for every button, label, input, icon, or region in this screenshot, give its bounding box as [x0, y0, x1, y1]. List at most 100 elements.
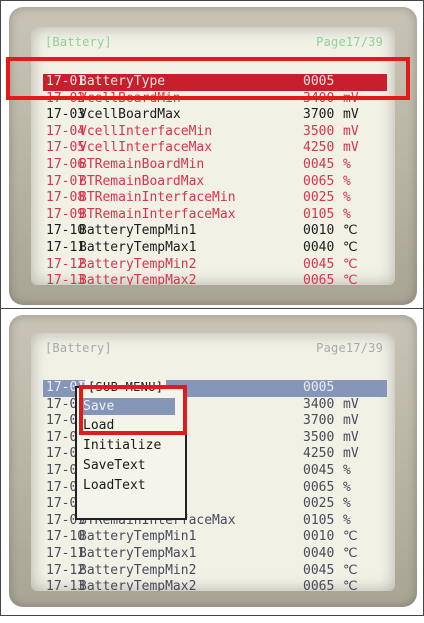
parameter-unit: mV: [343, 123, 359, 139]
parameter-name: BatteryTempMax2: [79, 273, 197, 285]
parameter-value: 0065: [303, 173, 335, 189]
parameter-code: 17-0: [46, 462, 78, 478]
parameter-name: BatteryTempMax1: [79, 545, 197, 561]
parameter-unit: %: [343, 512, 351, 528]
parameter-row[interactable]: 17-10 BatteryTempMin1 0010 ℃: [43, 223, 387, 240]
parameter-row[interactable]: 17-10 BatteryTempMin1 0010 ℃: [43, 529, 387, 546]
parameter-unit: mV: [343, 446, 359, 462]
parameter-row[interactable]: 17-03 VcellBoardMax 3700 mV: [43, 107, 387, 124]
parameter-unit: mV: [343, 413, 359, 429]
parameter-value: 0065: [303, 579, 335, 591]
parameter-unit: ℃: [343, 239, 358, 255]
parameter-value: 0065: [303, 273, 335, 285]
menu-item-loadtext[interactable]: LoadText: [83, 477, 146, 494]
parameter-value: 0105: [303, 206, 335, 222]
parameter-unit: ℃: [343, 529, 358, 545]
screen-title: [Battery]: [45, 35, 112, 49]
device-bezel: [Battery] Page17/39 17-01BatteryType0005…: [9, 7, 417, 305]
parameter-code: 17-0: [46, 396, 78, 412]
parameter-value: 0040: [303, 239, 335, 255]
parameter-value: 0025: [303, 190, 335, 206]
parameter-value: 0010: [303, 529, 335, 545]
parameter-value: 0105: [303, 512, 335, 528]
parameter-code: 17-0: [46, 413, 78, 429]
parameter-row[interactable]: 17-06 BTRemainBoardMin 0045%: [43, 157, 387, 174]
parameter-name: BatteryTempMin1: [79, 529, 197, 545]
screen-header: [Battery] Page17/39: [45, 35, 383, 53]
parameter-value: 0045: [303, 462, 335, 478]
lcd-screen: [Battery] Page17/39 17-01BatteryType0005…: [31, 333, 395, 591]
parameter-value: 0005: [303, 380, 335, 395]
page-indicator: Page17/39: [316, 341, 383, 355]
parameter-row[interactable]: 17-13 BatteryTempMax2 0065 ℃: [43, 273, 387, 285]
parameter-row[interactable]: 17-11 BatteryTempMax1 0040 ℃: [43, 240, 387, 257]
parameter-list: 17-01 BatteryType 0005 17-02 VcellBoardMin 34…: [43, 74, 387, 285]
parameter-value: 0040: [303, 545, 335, 561]
menu-item-savetext[interactable]: SaveText: [83, 457, 146, 474]
parameter-name: BatteryTempMax1: [79, 239, 197, 255]
parameter-value: 3500: [303, 123, 335, 139]
parameter-row[interactable]: 17-11 BatteryTempMax1 0040 ℃: [43, 546, 387, 563]
parameter-unit: ℃: [343, 579, 358, 591]
parameter-name: BTRemainBoardMin: [79, 156, 205, 172]
parameter-code: 17-0: [46, 446, 78, 462]
parameter-code: 17-0: [46, 496, 78, 512]
parameter-unit: ℃: [343, 545, 358, 561]
bottom-panel-frame: [Battery] Page17/39 17-01BatteryType0005…: [0, 308, 424, 616]
parameter-name: BatteryTempMin1: [79, 223, 197, 239]
parameter-row[interactable]: 17-13 BatteryTempMax2 0065 ℃: [43, 579, 387, 591]
parameter-code: 17-0: [46, 429, 78, 445]
parameter-name: VcellInterfaceMax: [79, 140, 213, 156]
parameter-row[interactable]: 17-08 BTRemainInterfaceMin 0025%: [43, 190, 387, 207]
parameter-unit: ℃: [343, 273, 358, 285]
page-indicator: Page17/39: [316, 35, 383, 49]
parameter-value: 0065: [303, 479, 335, 495]
parameter-row[interactable]: 17-04 VcellInterfaceMin 3500 mV: [43, 124, 387, 141]
parameter-value: 4250: [303, 140, 335, 156]
parameter-row[interactable]: 17-12 BatteryTempMin2 0045 ℃: [43, 563, 387, 580]
parameter-name: BTRemainBoardMax: [79, 173, 205, 189]
parameter-unit: %: [343, 479, 351, 495]
parameter-value: 3700: [303, 413, 335, 429]
top-panel-frame: [Battery] Page17/39 17-01 BatteryType 0005…: [0, 0, 424, 309]
parameter-value: 0025: [303, 496, 335, 512]
parameter-row[interactable]: 17-07 BTRemainBoardMax 0065%: [43, 174, 387, 191]
parameter-unit: %: [343, 496, 351, 512]
parameter-unit: %: [343, 190, 351, 206]
highlight-box-save-load: [79, 385, 187, 435]
highlight-box-battery-type: [6, 57, 410, 100]
parameter-row[interactable]: 17-12 BatteryTempMin2 0045 ℃: [43, 257, 387, 274]
parameter-unit: mV: [343, 140, 359, 156]
parameter-value: 0045: [303, 562, 335, 578]
parameter-value: 0045: [303, 156, 335, 172]
parameter-name: VcellBoardMax: [79, 107, 181, 123]
parameter-unit: %: [343, 206, 351, 222]
parameter-name: BatteryTempMin2: [79, 562, 197, 578]
screen-title: [Battery]: [45, 341, 112, 355]
parameter-value: 4250: [303, 446, 335, 462]
parameter-row[interactable]: 17-09 BTRemainInterfaceMax 0105%: [43, 207, 387, 224]
parameter-unit: mV: [343, 429, 359, 445]
screen-header: [Battery] Page17/39: [45, 341, 383, 359]
parameter-value: 3700: [303, 107, 335, 123]
parameter-name: BatteryTempMin2: [79, 256, 197, 272]
parameter-value: 0045: [303, 256, 335, 272]
parameter-value: 3500: [303, 429, 335, 445]
parameter-name: BTRemainInterfaceMin: [79, 190, 236, 206]
parameter-row[interactable]: 17-05 VcellInterfaceMax 4250 mV: [43, 140, 387, 157]
parameter-unit: mV: [343, 107, 359, 123]
device-bezel: [Battery] Page17/39 17-01BatteryType0005…: [9, 315, 417, 607]
parameter-unit: ℃: [343, 256, 358, 272]
parameter-name: BTRemainInterfaceMax: [79, 206, 236, 222]
parameter-unit: ℃: [343, 223, 358, 239]
parameter-name: VcellInterfaceMin: [79, 123, 213, 139]
parameter-unit: mV: [343, 396, 359, 412]
parameter-unit: %: [343, 462, 351, 478]
parameter-value: 0010: [303, 223, 335, 239]
parameter-value: 3400: [303, 396, 335, 412]
parameter-unit: %: [343, 173, 351, 189]
parameter-code: 17-0: [46, 479, 78, 495]
parameter-name: BatteryTempMax2: [79, 579, 197, 591]
menu-item-initialize[interactable]: Initialize: [83, 437, 161, 454]
parameter-unit: %: [343, 156, 351, 172]
